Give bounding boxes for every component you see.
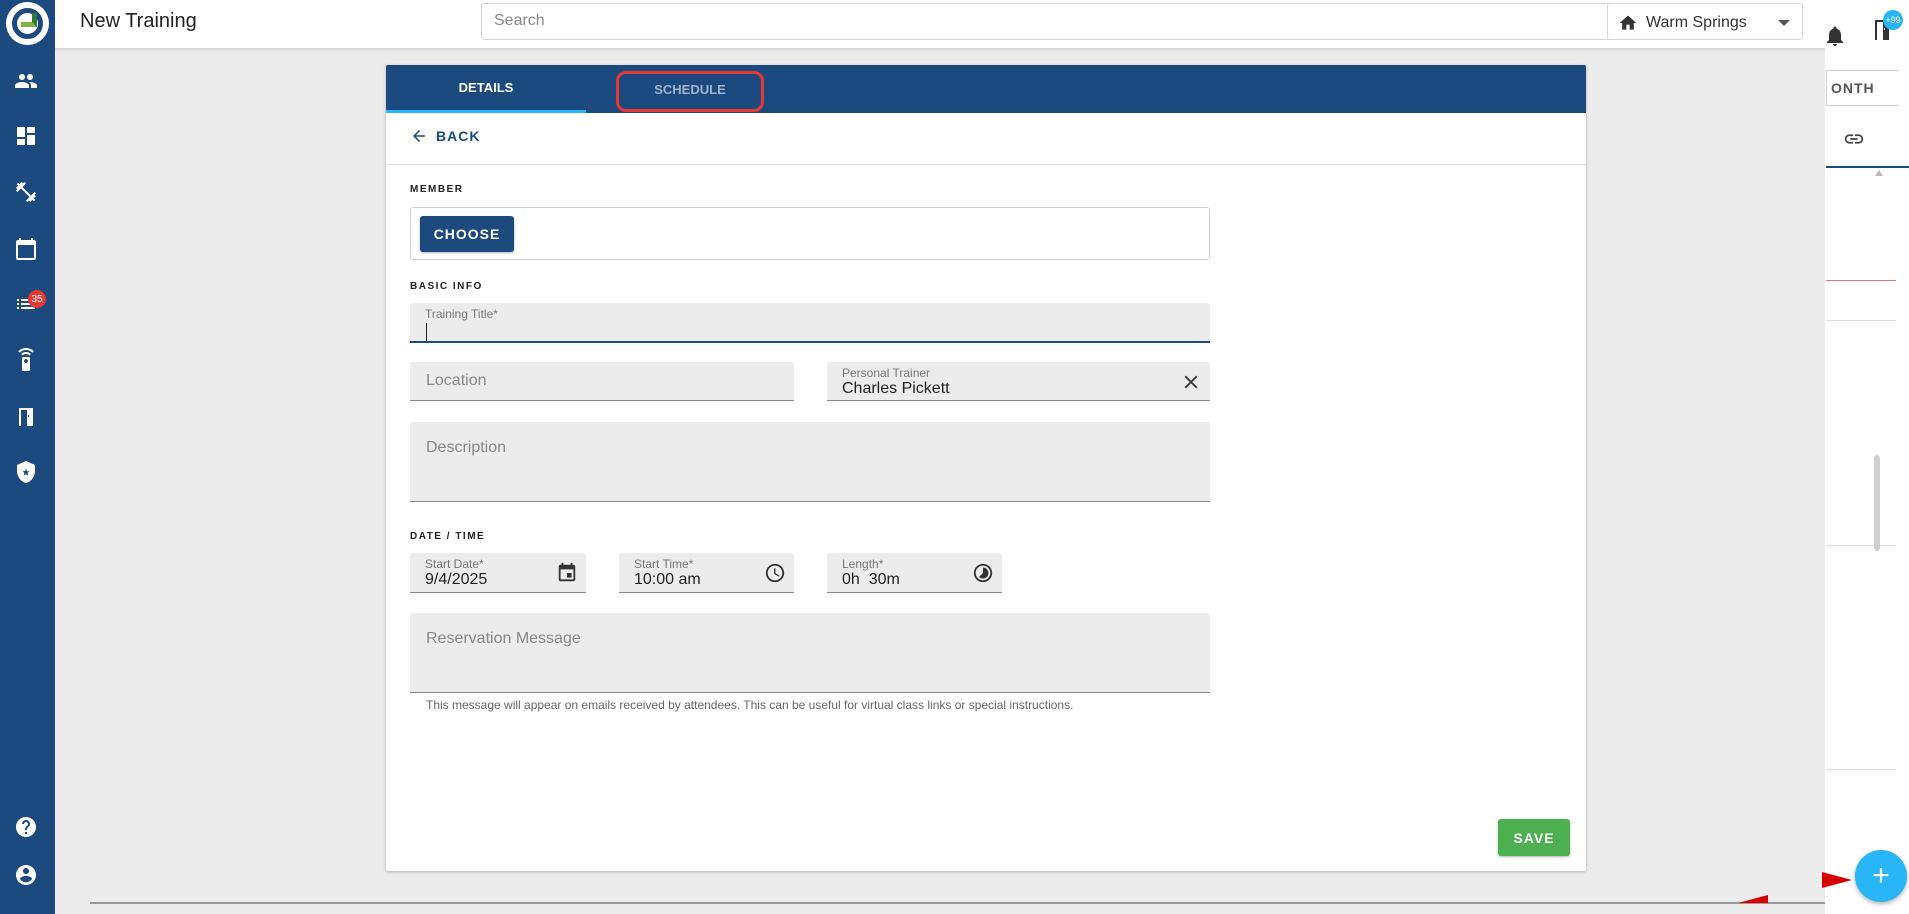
tab-details[interactable]: DETAILS	[386, 65, 586, 113]
start-date-label: Start Date*	[425, 557, 484, 571]
month-view-button[interactable]: ONTH	[1826, 70, 1899, 106]
link-icon[interactable]	[1843, 128, 1865, 150]
start-time-value: 10:00 am	[634, 571, 701, 588]
start-date-field[interactable]: Start Date* 9/4/2025	[410, 553, 586, 593]
member-section-label: MEMBER	[410, 184, 464, 195]
divider	[1826, 545, 1896, 546]
schedule-highlight-annotation	[616, 71, 764, 112]
reservation-message-field[interactable]: Reservation Message	[410, 613, 1210, 693]
personal-trainer-value: Charles Pickett	[842, 380, 950, 397]
date-time-section-label: DATE / TIME	[410, 531, 486, 542]
clock-icon[interactable]	[764, 562, 786, 584]
annotation-arrow	[1738, 895, 1768, 903]
personal-trainer-label: Personal Trainer	[842, 366, 931, 380]
location-placeholder: Location	[426, 372, 487, 389]
description-field[interactable]: Description	[410, 422, 1210, 502]
member-box: CHOOSE	[410, 207, 1210, 260]
description-placeholder: Description	[426, 439, 507, 456]
plus-icon: +	[1872, 859, 1890, 892]
personal-trainer-field[interactable]: Personal Trainer Charles Pickett	[827, 362, 1210, 401]
divider	[1826, 280, 1896, 281]
help-icon[interactable]	[12, 813, 40, 841]
back-button[interactable]: BACK	[410, 127, 480, 145]
training-form-card: DETAILS SCHEDULE BACK MEMBER CHOOSE BASI…	[386, 65, 1586, 871]
reservation-message-placeholder: Reservation Message	[426, 630, 581, 647]
scroll-up-icon[interactable]	[1875, 170, 1883, 176]
location-select[interactable]: Warm Springs	[1607, 3, 1803, 40]
account-icon[interactable]	[12, 861, 40, 889]
start-time-label: Start Time*	[634, 557, 694, 571]
divider	[1826, 769, 1896, 770]
timelapse-icon[interactable]	[972, 562, 994, 584]
basic-info-section-label: BASIC INFO	[410, 281, 483, 292]
home-icon	[1619, 15, 1637, 30]
people-icon[interactable]	[12, 67, 40, 95]
notification-badge: +99	[1883, 10, 1903, 30]
add-button[interactable]: +	[1855, 850, 1907, 902]
save-button[interactable]: SAVE	[1498, 819, 1570, 856]
fitness-icon[interactable]	[12, 178, 40, 206]
back-row: BACK	[386, 113, 1586, 165]
back-label: BACK	[436, 128, 481, 144]
page-title: New Training	[80, 10, 197, 32]
text-cursor	[426, 323, 427, 341]
training-title-label: Training Title*	[425, 307, 498, 321]
door-icon[interactable]	[12, 403, 40, 431]
remote-icon[interactable]	[12, 346, 40, 374]
choose-member-button[interactable]: CHOOSE	[420, 216, 514, 252]
clear-icon[interactable]	[1180, 371, 1202, 393]
dashboard-icon[interactable]	[12, 122, 40, 150]
list-badge: 35	[28, 290, 46, 308]
divider	[1826, 320, 1896, 321]
chevron-down-icon	[1778, 20, 1790, 26]
training-title-field[interactable]: Training Title*	[410, 303, 1210, 343]
app-logo-icon[interactable]	[6, 2, 49, 45]
top-bar: New Training Warm Springs	[55, 0, 1825, 49]
calendar-icon[interactable]	[12, 235, 40, 263]
tab-bar: DETAILS SCHEDULE	[386, 65, 1586, 113]
reservation-helper-text: This message will appear on emails recei…	[426, 698, 1074, 712]
start-date-value: 9/4/2025	[425, 571, 488, 588]
length-value: 0h 30m	[842, 571, 900, 588]
bell-icon[interactable]	[1826, 10, 1844, 50]
calendar-icon[interactable]	[556, 562, 578, 584]
length-field[interactable]: Length* 0h 30m	[827, 553, 1002, 593]
length-label: Length*	[842, 557, 884, 571]
search-input[interactable]	[494, 12, 1584, 30]
search-box[interactable]	[481, 3, 1638, 40]
arrow-back-icon	[413, 130, 425, 142]
right-panel-tab-row	[1826, 118, 1909, 168]
location-field[interactable]: Location	[410, 362, 794, 401]
location-label: Warm Springs	[1646, 14, 1747, 31]
divider	[90, 902, 1825, 904]
left-sidebar: 35	[0, 0, 55, 914]
scrollbar[interactable]	[1874, 455, 1880, 551]
shield-icon[interactable]	[12, 458, 40, 486]
annotation-arrow	[1822, 872, 1852, 888]
start-time-field[interactable]: Start Time* 10:00 am	[619, 553, 794, 593]
